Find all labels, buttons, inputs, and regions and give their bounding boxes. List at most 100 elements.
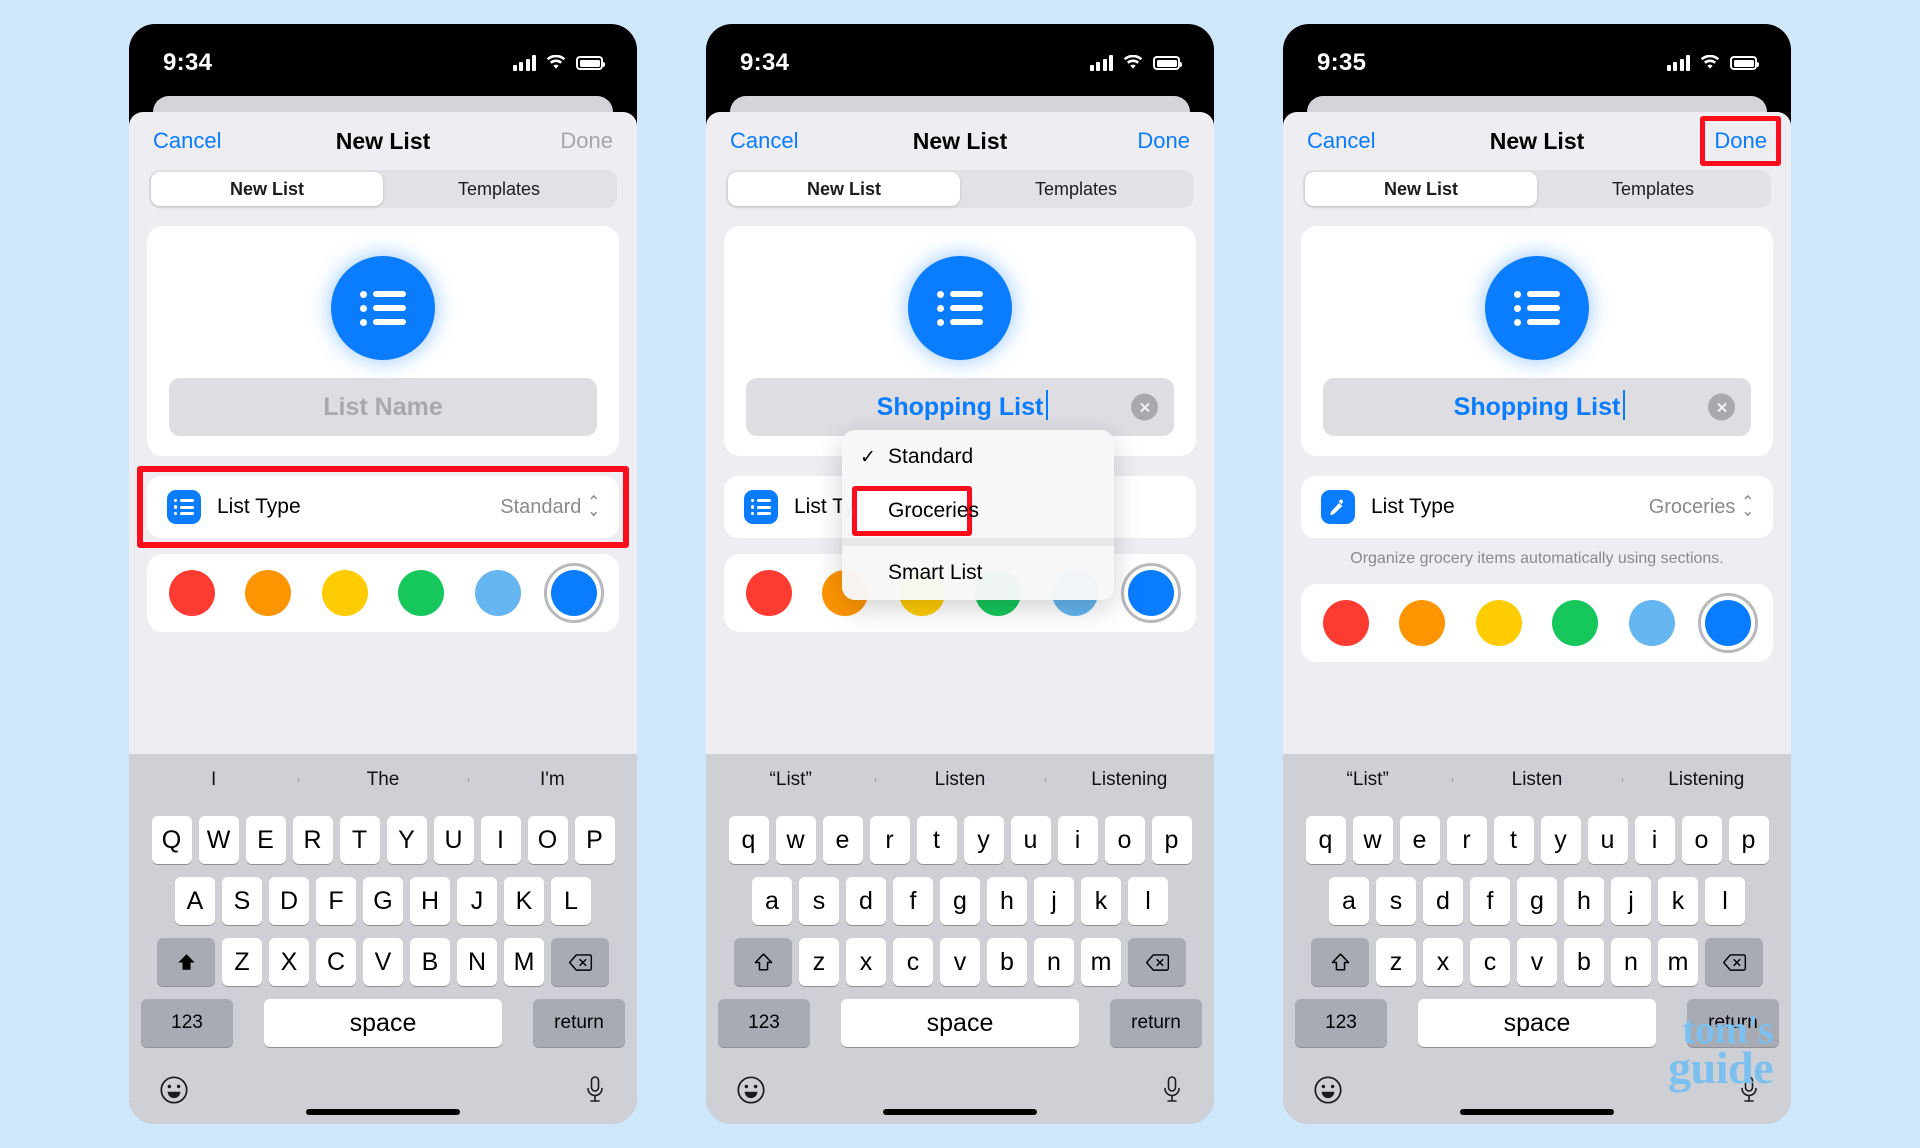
list-type-row[interactable]: List Type Groceries ⌃ ⌄ bbox=[1301, 476, 1773, 538]
key-m[interactable]: m bbox=[1658, 938, 1698, 986]
key-c[interactable]: c bbox=[893, 938, 933, 986]
backspace-icon[interactable] bbox=[551, 938, 609, 986]
key-a[interactable]: a bbox=[1329, 877, 1369, 925]
key-f[interactable]: f bbox=[893, 877, 933, 925]
tab-new-list[interactable]: New List bbox=[1305, 172, 1537, 206]
key-o[interactable]: o bbox=[1104, 816, 1145, 864]
key-b[interactable]: B bbox=[410, 938, 450, 986]
key-p[interactable]: p bbox=[1151, 816, 1192, 864]
menu-item-groceries[interactable]: Groceries bbox=[842, 484, 1114, 538]
key-q[interactable]: Q bbox=[151, 816, 192, 864]
return-key[interactable]: return bbox=[1110, 999, 1202, 1047]
list-type-value-wrap[interactable]: Groceries ⌃ ⌄ bbox=[1649, 494, 1754, 519]
suggestion-2[interactable]: The bbox=[298, 769, 467, 791]
home-indicator[interactable] bbox=[1460, 1109, 1614, 1115]
key-q[interactable]: q bbox=[728, 816, 769, 864]
done-button[interactable]: Done bbox=[1137, 128, 1190, 154]
key-a[interactable]: A bbox=[175, 877, 215, 925]
key-b[interactable]: b bbox=[1564, 938, 1604, 986]
key-r[interactable]: r bbox=[869, 816, 910, 864]
color-swatch[interactable] bbox=[1399, 600, 1446, 646]
key-v[interactable]: v bbox=[1517, 938, 1557, 986]
key-y[interactable]: Y bbox=[386, 816, 427, 864]
key-o[interactable]: O bbox=[527, 816, 568, 864]
segmented-control[interactable]: New List Templates bbox=[149, 170, 617, 208]
key-d[interactable]: d bbox=[846, 877, 886, 925]
list-type-dropdown-menu[interactable]: ✓ Standard Groceries Smart List bbox=[842, 430, 1114, 600]
segmented-control[interactable]: New List Templates bbox=[1303, 170, 1771, 208]
list-bullet-icon-large[interactable] bbox=[908, 256, 1012, 360]
list-type-row[interactable]: List Type Standard ⌃ ⌄ bbox=[147, 476, 619, 538]
key-t[interactable]: t bbox=[1493, 816, 1534, 864]
key-k[interactable]: k bbox=[1658, 877, 1698, 925]
suggestion-1[interactable]: “List” bbox=[1283, 769, 1452, 791]
key-x[interactable]: x bbox=[1423, 938, 1463, 986]
key-l[interactable]: l bbox=[1128, 877, 1168, 925]
suggestion-3[interactable]: I'm bbox=[467, 769, 637, 791]
key-z[interactable]: z bbox=[799, 938, 839, 986]
key-e[interactable]: e bbox=[822, 816, 863, 864]
emoji-icon[interactable] bbox=[1313, 1075, 1343, 1110]
key-m[interactable]: M bbox=[504, 938, 544, 986]
suggestion-1[interactable]: “List” bbox=[706, 769, 875, 791]
key-q[interactable]: q bbox=[1305, 816, 1346, 864]
key-y[interactable]: y bbox=[1540, 816, 1581, 864]
key-e[interactable]: e bbox=[1399, 816, 1440, 864]
key-l[interactable]: l bbox=[1705, 877, 1745, 925]
cancel-button[interactable]: Cancel bbox=[1307, 128, 1375, 154]
home-indicator[interactable] bbox=[883, 1109, 1037, 1115]
key-r[interactable]: R bbox=[292, 816, 333, 864]
key-s[interactable]: s bbox=[799, 877, 839, 925]
key-j[interactable]: j bbox=[1611, 877, 1651, 925]
key-s[interactable]: S bbox=[222, 877, 262, 925]
color-swatch[interactable] bbox=[474, 570, 521, 616]
key-x[interactable]: X bbox=[269, 938, 309, 986]
key-p[interactable]: p bbox=[1728, 816, 1769, 864]
key-e[interactable]: E bbox=[245, 816, 286, 864]
key-h[interactable]: h bbox=[987, 877, 1027, 925]
key-w[interactable]: w bbox=[1352, 816, 1393, 864]
shift-outline-icon[interactable] bbox=[1311, 938, 1369, 986]
key-i[interactable]: i bbox=[1057, 816, 1098, 864]
suggestion-1[interactable]: I bbox=[129, 769, 298, 791]
key-d[interactable]: D bbox=[269, 877, 309, 925]
key-j[interactable]: J bbox=[457, 877, 497, 925]
key-n[interactable]: N bbox=[457, 938, 497, 986]
backspace-icon[interactable] bbox=[1128, 938, 1186, 986]
color-swatch[interactable] bbox=[746, 570, 792, 616]
tab-new-list[interactable]: New List bbox=[151, 172, 383, 206]
key-c[interactable]: c bbox=[1470, 938, 1510, 986]
key-s[interactable]: s bbox=[1376, 877, 1416, 925]
key-v[interactable]: v bbox=[940, 938, 980, 986]
key-o[interactable]: o bbox=[1681, 816, 1722, 864]
space-key[interactable]: space bbox=[1418, 999, 1656, 1047]
menu-item-standard[interactable]: ✓ Standard bbox=[842, 430, 1114, 484]
key-p[interactable]: P bbox=[574, 816, 615, 864]
space-key[interactable]: space bbox=[264, 999, 502, 1047]
key-g[interactable]: g bbox=[940, 877, 980, 925]
emoji-icon[interactable] bbox=[159, 1075, 189, 1110]
shift-outline-icon[interactable] bbox=[734, 938, 792, 986]
key-n[interactable]: n bbox=[1034, 938, 1074, 986]
key-w[interactable]: w bbox=[775, 816, 816, 864]
key-h[interactable]: H bbox=[410, 877, 450, 925]
list-name-input[interactable]: List Name bbox=[169, 378, 597, 436]
key-y[interactable]: y bbox=[963, 816, 1004, 864]
shift-filled-icon[interactable] bbox=[157, 938, 215, 986]
color-swatch[interactable] bbox=[245, 570, 292, 616]
key-i[interactable]: i bbox=[1634, 816, 1675, 864]
home-indicator[interactable] bbox=[306, 1109, 460, 1115]
key-w[interactable]: W bbox=[198, 816, 239, 864]
suggestion-3[interactable]: Listening bbox=[1044, 769, 1214, 791]
color-swatch[interactable] bbox=[1628, 600, 1675, 646]
list-name-input[interactable]: Shopping List bbox=[1323, 378, 1751, 436]
key-v[interactable]: V bbox=[363, 938, 403, 986]
done-button[interactable]: Done bbox=[1714, 128, 1767, 154]
color-swatch-selected[interactable] bbox=[1120, 563, 1181, 623]
key-b[interactable]: b bbox=[987, 938, 1027, 986]
tab-templates[interactable]: Templates bbox=[383, 172, 615, 206]
key-h[interactable]: h bbox=[1564, 877, 1604, 925]
key-l[interactable]: L bbox=[551, 877, 591, 925]
key-u[interactable]: u bbox=[1587, 816, 1628, 864]
tab-new-list[interactable]: New List bbox=[728, 172, 960, 206]
